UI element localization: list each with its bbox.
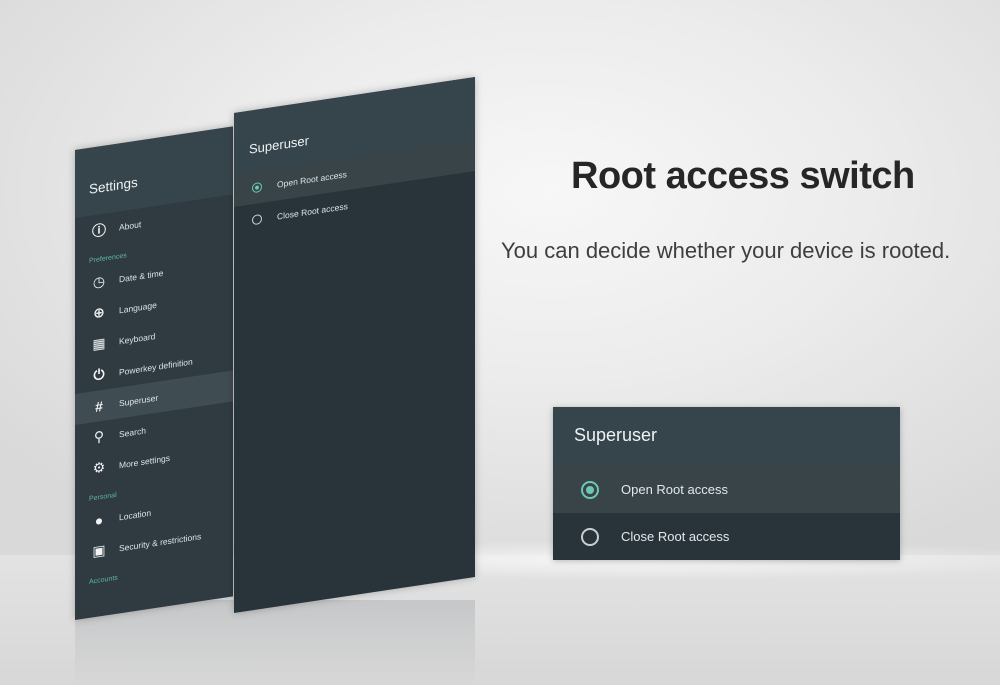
- info-icon: ⓘ: [92, 220, 106, 239]
- globe-icon: ⊕: [93, 303, 105, 322]
- card-title: Superuser: [574, 425, 658, 445]
- settings-item-label: Language: [119, 299, 157, 315]
- card-close-root-option[interactable]: Close Root access: [553, 513, 900, 560]
- settings-item-label: More settings: [119, 452, 171, 470]
- settings-item-label: About: [119, 218, 142, 232]
- option-label: Open Root access: [621, 482, 728, 497]
- settings-panel: Settings ⓘ About Preferences ◷ Date & time ⊕ L…: [75, 126, 233, 620]
- superuser-panel: Superuser Open Root access Close Root ac…: [234, 76, 475, 614]
- settings-item-label: Search: [119, 424, 146, 439]
- clock-icon: ◷: [92, 272, 106, 291]
- radio-unselected-icon[interactable]: [252, 213, 262, 226]
- location-pin-icon: ●: [94, 511, 104, 529]
- option-label: Open Root access: [277, 169, 347, 190]
- superuser-card: Superuser Open Root access Close Root ac…: [553, 407, 900, 560]
- settings-item-label: Security & restrictions: [119, 530, 202, 553]
- headline: Root access switch: [571, 155, 915, 197]
- card-open-root-option[interactable]: Open Root access: [553, 466, 900, 513]
- card-header: Superuser: [553, 407, 900, 466]
- settings-item-label: Date & time: [119, 267, 164, 284]
- card-reflection: Superuser Open Root access Close Root ac…: [553, 562, 900, 685]
- settings-list: ⓘ About Preferences ◷ Date & time ⊕ Language ▦ K…: [75, 194, 233, 591]
- gear-icon: ⚙: [92, 458, 106, 477]
- subtitle: You can decide whether your device is ro…: [501, 238, 951, 263]
- lock-icon: ▣: [92, 541, 106, 560]
- hash-icon: #: [95, 397, 103, 415]
- settings-title: Settings: [89, 174, 138, 197]
- panel-reflection: [75, 600, 475, 685]
- settings-item-label: Powerkey definition: [119, 355, 193, 377]
- power-icon: ⏻: [93, 365, 105, 384]
- radio-selected-icon[interactable]: [252, 181, 262, 194]
- settings-item-label: Location: [119, 507, 152, 522]
- radio-unselected-icon[interactable]: [581, 527, 599, 546]
- settings-item-label: Superuser: [119, 392, 159, 408]
- radio-selected-icon[interactable]: [581, 480, 599, 499]
- option-label: Close Root access: [277, 200, 348, 222]
- search-icon: ⚲: [93, 427, 105, 446]
- settings-item-label: Keyboard: [119, 330, 156, 346]
- option-label: Close Root access: [621, 529, 730, 544]
- keyboard-icon: ▦: [92, 334, 106, 353]
- superuser-title: Superuser: [249, 132, 309, 157]
